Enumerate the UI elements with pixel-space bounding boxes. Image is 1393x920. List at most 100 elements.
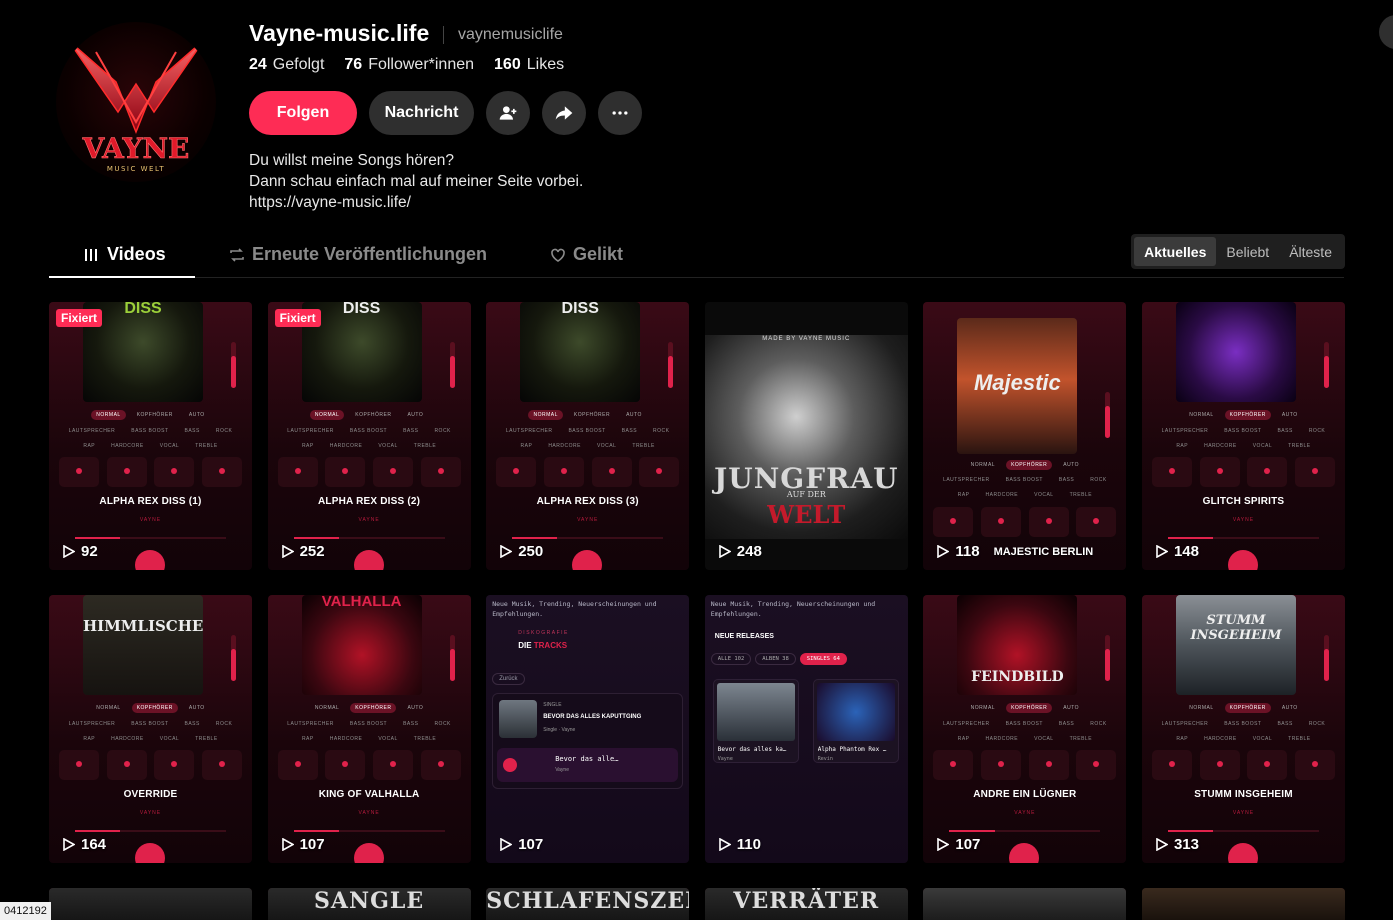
bio-link[interactable]: https://vayne-music.life/ <box>249 192 583 213</box>
web-header-text: Neue Musik, Trending, Neuerscheinungen u… <box>710 600 876 618</box>
progress-bar <box>75 537 226 539</box>
poster-mid: AUF DER <box>786 490 826 499</box>
follow-button[interactable]: Folgen <box>249 91 357 135</box>
preset-row: RAP HARDCORE VOCAL TREBLE <box>957 736 1093 742</box>
view-count: 252 <box>281 543 325 560</box>
more-button[interactable] <box>598 91 642 135</box>
tab-reposts[interactable]: Erneute Veröffentlichungen <box>228 244 487 265</box>
name-separator <box>443 26 444 44</box>
preset-row: LAUTSPRECHER BASS BOOST BASS ROCK <box>68 721 233 727</box>
view-count: 313 <box>1156 836 1199 853</box>
tab-videos[interactable]: Videos <box>83 244 166 265</box>
poster-caption: MADE BY VAYNE MUSIC <box>762 336 851 342</box>
svg-text:VAYNE: VAYNE <box>82 132 190 165</box>
play-button-graphic <box>1227 550 1258 570</box>
stat-followers[interactable]: 76 Follower*innen <box>344 56 474 74</box>
tab-liked[interactable]: Gelikt <box>549 244 623 265</box>
video-card[interactable]: Fixiert DISS NORMAL KOPFHÖRER AUTO LAUTSPR… <box>49 302 252 570</box>
volume-slider <box>449 342 455 388</box>
mode-row: NORMAL KOPFHÖRER AUTO <box>1189 703 1298 713</box>
more-icon <box>612 111 628 115</box>
play-icon <box>281 838 294 851</box>
message-button[interactable]: Nachricht <box>369 91 474 135</box>
profile-actions: Folgen Nachricht <box>249 91 642 135</box>
video-card[interactable]: VALHALLA NORMAL KOPFHÖRER AUTO LAUTSPRECHE… <box>267 595 471 863</box>
section-kicker: DISKOGRAFIE <box>518 630 569 636</box>
profile-avatar: VAYNE MUSIC WELT <box>56 22 216 182</box>
eq-knobs <box>59 750 242 780</box>
cover-art: DISS <box>520 302 641 402</box>
video-card[interactable] <box>1141 888 1345 920</box>
progress-bar <box>1167 830 1319 832</box>
progress-bar <box>1167 537 1319 539</box>
play-button-graphic <box>135 843 165 863</box>
video-card[interactable]: DISS NORMAL KOPFHÖRER AUTO LAUTSPRECHER BAS… <box>486 302 690 570</box>
view-count: 92 <box>63 543 98 560</box>
person-add-icon <box>499 106 517 120</box>
add-friend-button[interactable] <box>486 91 530 135</box>
sort-oldest[interactable]: Älteste <box>1279 237 1342 266</box>
volume-slider <box>1323 635 1329 681</box>
preset-row: RAP HARDCORE VOCAL TREBLE <box>1176 443 1311 449</box>
play-button-graphic <box>1009 843 1040 863</box>
preset-row: LAUTSPRECHER BASS BOOST BASS ROCK <box>505 428 670 434</box>
release-card: Alpha Phantom Rex … Revin <box>812 679 899 763</box>
eq-knobs <box>277 750 461 780</box>
volume-slider <box>231 635 236 681</box>
preset-row: RAP HARDCORE VOCAL TREBLE <box>83 443 218 449</box>
eq-knobs <box>496 457 680 487</box>
view-count: 107 <box>500 836 543 853</box>
stat-likes: 160 Likes <box>494 56 565 73</box>
mode-row: NORMAL KOPFHÖRER AUTO <box>268 410 471 420</box>
progress-bar <box>75 830 226 832</box>
video-card[interactable]: NORMAL KOPFHÖRER AUTO LAUTSPRECHER BASS BOO… <box>1141 302 1345 570</box>
video-card[interactable]: STUMM INSGEHEIM NORMAL KOPFHÖRER AUTO LAUT… <box>1141 595 1345 863</box>
track-box: SINGLE BEVOR DAS ALLES KAPUTTGING Single… <box>492 693 684 789</box>
eq-knobs <box>59 457 242 487</box>
play-icon <box>500 545 513 558</box>
artist-label: VAYNE <box>1014 810 1036 816</box>
sort-latest[interactable]: Aktuelles <box>1134 237 1217 266</box>
video-card[interactable]: MADE BY VAYNE MUSIC JUNGFRAU AUF DER WEL… <box>704 302 908 570</box>
video-card[interactable]: Neue Musik, Trending, Neuerscheinungen u… <box>486 595 690 863</box>
song-title: STUMM INSGEHEIM <box>1194 789 1293 800</box>
play-button-graphic <box>135 550 165 570</box>
preset-row: RAP HARDCORE VOCAL TREBLE <box>301 736 437 742</box>
cover-art: STUMM INSGEHEIM <box>1175 595 1296 695</box>
artist-label: VAYNE <box>358 810 380 816</box>
video-card[interactable]: HIMMLISCHE NORMAL KOPFHÖRER AUTO LAUTSPREC… <box>49 595 252 863</box>
progress-bar <box>512 537 664 539</box>
mode-row: NORMAL KOPFHÖRER AUTO <box>970 460 1080 470</box>
back-link: Zurück <box>492 673 525 685</box>
share-button[interactable] <box>542 91 586 135</box>
video-card[interactable]: Neue Musik, Trending, Neuerscheinungen u… <box>704 595 908 863</box>
artist-label: VAYNE <box>139 810 162 816</box>
cover-art <box>1175 302 1296 402</box>
svg-text:MUSIC WELT: MUSIC WELT <box>107 165 165 173</box>
vayne-logo: VAYNE MUSIC WELT <box>67 39 205 173</box>
video-card[interactable]: Majestic NORMAL KOPFHÖRER AUTO LAUTSPRECHE… <box>923 302 1127 570</box>
video-card[interactable]: SANGLE <box>267 888 471 920</box>
stat-following[interactable]: 24 Gefolgt <box>249 56 324 74</box>
pinned-badge: Fixiert <box>56 309 103 327</box>
preset-row: RAP HARDCORE VOCAL TREBLE <box>520 443 655 449</box>
video-card[interactable]: SCHLAFENSZEIT <box>486 888 690 920</box>
pinned-badge: Fixiert <box>274 309 321 327</box>
video-card[interactable]: Fixiert DISS NORMAL KOPFHÖRER AUTO LAUTSPR… <box>267 302 471 570</box>
song-title: ALPHA REX DISS (1) <box>99 496 202 507</box>
profile-bio: Du willst meine Songs hören? Dann schau … <box>249 150 583 213</box>
video-card[interactable] <box>923 888 1127 920</box>
video-card[interactable] <box>49 888 252 920</box>
song-title: GLITCH SPIRITS <box>1202 496 1285 507</box>
mode-row: NORMAL KOPFHÖRER AUTO <box>49 410 252 420</box>
sort-popular[interactable]: Beliebt <box>1216 237 1279 266</box>
cover-art: FEINDBILD <box>957 595 1078 695</box>
play-button-graphic <box>572 550 603 570</box>
side-button[interactable] <box>1379 15 1393 49</box>
cover-art: VALHALLA <box>301 595 422 695</box>
video-card[interactable]: VERRÄTER <box>704 888 908 920</box>
video-card[interactable]: FEINDBILD NORMAL KOPFHÖRER AUTO LAUTSPRECH… <box>923 595 1127 863</box>
tab-underline <box>49 276 195 278</box>
poster-subtitle: WELT <box>767 500 846 529</box>
song-title: OVERRIDE <box>123 789 178 800</box>
